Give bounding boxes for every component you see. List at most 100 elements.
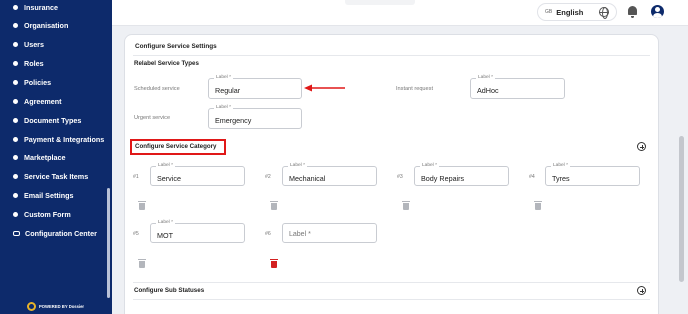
sidebar-item-roles[interactable]: Roles — [13, 56, 44, 70]
add-sub-status-icon[interactable] — [637, 286, 646, 295]
urgent-service-field[interactable]: Label * Emergency — [208, 105, 302, 129]
language-code: GB — [545, 9, 553, 15]
sidebar-item-marketplace[interactable]: Marketplace — [13, 150, 66, 164]
sub-statuses-title: Configure Sub Statuses — [134, 287, 205, 294]
sidebar-item-configuration-center[interactable]: Configuration Center — [13, 226, 97, 240]
field-label: Label * — [288, 163, 307, 168]
category-number: #5 — [133, 231, 139, 237]
delete-icon[interactable] — [534, 201, 542, 210]
field-value: AdHoc — [477, 86, 499, 95]
category-field[interactable]: Label * Mechanical — [282, 163, 377, 186]
sidebar-item-label: Marketplace — [24, 152, 66, 162]
powered-by-text: POWERED BY Dossier — [39, 304, 85, 309]
brand-logo-icon — [27, 302, 36, 311]
delete-icon[interactable] — [270, 201, 278, 210]
bullet-icon — [13, 136, 18, 142]
main-scrollbar[interactable] — [679, 136, 684, 282]
account-icon[interactable] — [651, 5, 664, 18]
bullet-icon — [13, 192, 18, 198]
card-title: Configure Service Settings — [135, 43, 217, 50]
sidebar-item-agreement[interactable]: Agreement — [13, 94, 62, 108]
field-value: Emergency — [215, 116, 252, 125]
field-value: Service — [157, 174, 181, 183]
field-label: Label * — [476, 75, 495, 80]
sidebar-item-label: Configuration Center — [25, 228, 97, 238]
field-label: Label * — [156, 220, 175, 225]
sidebar-item-service-task-items[interactable]: Service Task Items — [13, 169, 88, 183]
instant-request-field[interactable]: Label * AdHoc — [470, 75, 565, 99]
field-value: Regular — [215, 86, 241, 95]
sidebar-item-insurance[interactable]: Insurance — [13, 0, 58, 14]
urgent-service-label: Urgent service — [134, 115, 171, 121]
field-label: Label * — [551, 163, 570, 168]
globe-icon — [599, 7, 609, 19]
sidebar-item-label: Policies — [24, 77, 52, 87]
category-number: #4 — [529, 174, 535, 180]
sidebar-item-label: Document Types — [24, 115, 82, 125]
top-bar-strip — [345, 0, 415, 5]
category-field[interactable]: Label * Service — [150, 163, 245, 186]
service-settings-card: Configure Service Settings Relabel Servi… — [124, 34, 659, 314]
bullet-icon — [13, 41, 18, 47]
category-field[interactable]: Label * Body Repairs — [414, 163, 509, 186]
bullet-icon — [13, 117, 18, 123]
bullet-icon — [13, 60, 18, 66]
sidebar-item-label: Users — [24, 39, 44, 49]
sidebar-item-document-types[interactable]: Document Types — [13, 113, 81, 127]
bullet-icon — [13, 98, 18, 104]
add-category-icon[interactable] — [637, 142, 646, 151]
divider — [133, 55, 650, 56]
bullet-icon — [13, 79, 18, 85]
sidebar-item-payment-integrations[interactable]: Payment & Integrations — [13, 132, 104, 146]
field-label: Label * — [420, 163, 439, 168]
scheduled-service-field[interactable]: Label * Regular — [208, 75, 302, 99]
sidebar-item-label: Payment & Integrations — [24, 134, 105, 144]
language-name: English — [556, 7, 584, 17]
sidebar-item-label: Roles — [24, 58, 44, 68]
sidebar-item-policies[interactable]: Policies — [13, 75, 51, 89]
category-number: #1 — [133, 174, 139, 180]
sidebar-item-label: Agreement — [24, 96, 62, 106]
sidebar-item-label: Organisation — [24, 20, 69, 30]
sidebar-item-label: Insurance — [24, 2, 58, 12]
field-value: MOT — [157, 231, 173, 240]
field-value: Tyres — [552, 174, 570, 183]
sidebar-item-label: Custom Form — [24, 209, 71, 219]
delete-icon[interactable] — [270, 259, 278, 268]
sidebar-item-users[interactable]: Users — [13, 37, 44, 51]
bullet-icon — [13, 211, 18, 217]
annotation-arrow — [304, 84, 345, 92]
field-placeholder: Label * — [289, 231, 311, 238]
field-value: Body Repairs — [421, 174, 465, 183]
category-number: #3 — [397, 174, 403, 180]
sidebar-item-organisation[interactable]: Organisation — [13, 18, 68, 32]
scheduled-service-label: Scheduled service — [134, 86, 180, 92]
instant-request-label: Instant request — [396, 86, 434, 92]
powered-by-logo: POWERED BY Dossier — [27, 302, 84, 311]
sidebar-item-custom-form[interactable]: Custom Form — [13, 207, 71, 221]
bullet-icon — [13, 22, 18, 28]
category-field[interactable]: Label * MOT — [150, 220, 245, 243]
divider — [133, 299, 650, 300]
delete-icon[interactable] — [402, 201, 410, 210]
delete-icon[interactable] — [138, 259, 146, 268]
bell-icon[interactable] — [628, 6, 637, 18]
language-selector[interactable]: GB English — [537, 3, 617, 21]
top-bar: GB English — [112, 0, 688, 26]
category-number: #2 — [265, 174, 271, 180]
service-category-title: Configure Service Category — [135, 143, 217, 150]
divider — [133, 282, 650, 283]
sidebar-scrollbar[interactable] — [107, 188, 110, 298]
relabel-section-title: Relabel Service Types — [134, 60, 199, 67]
delete-icon[interactable] — [138, 201, 146, 210]
category-field-empty[interactable]: Label * — [282, 223, 377, 243]
bullet-icon — [13, 154, 18, 160]
bullet-icon — [13, 4, 18, 10]
field-label: Label * — [214, 105, 233, 110]
bullet-icon — [13, 173, 18, 179]
category-field[interactable]: Label * Tyres — [545, 163, 640, 186]
field-value: Mechanical — [289, 174, 326, 183]
sidebar-item-label: Service Task Items — [24, 171, 89, 181]
sidebar-item-email-settings[interactable]: Email Settings — [13, 188, 74, 202]
category-number: #6 — [265, 231, 271, 237]
